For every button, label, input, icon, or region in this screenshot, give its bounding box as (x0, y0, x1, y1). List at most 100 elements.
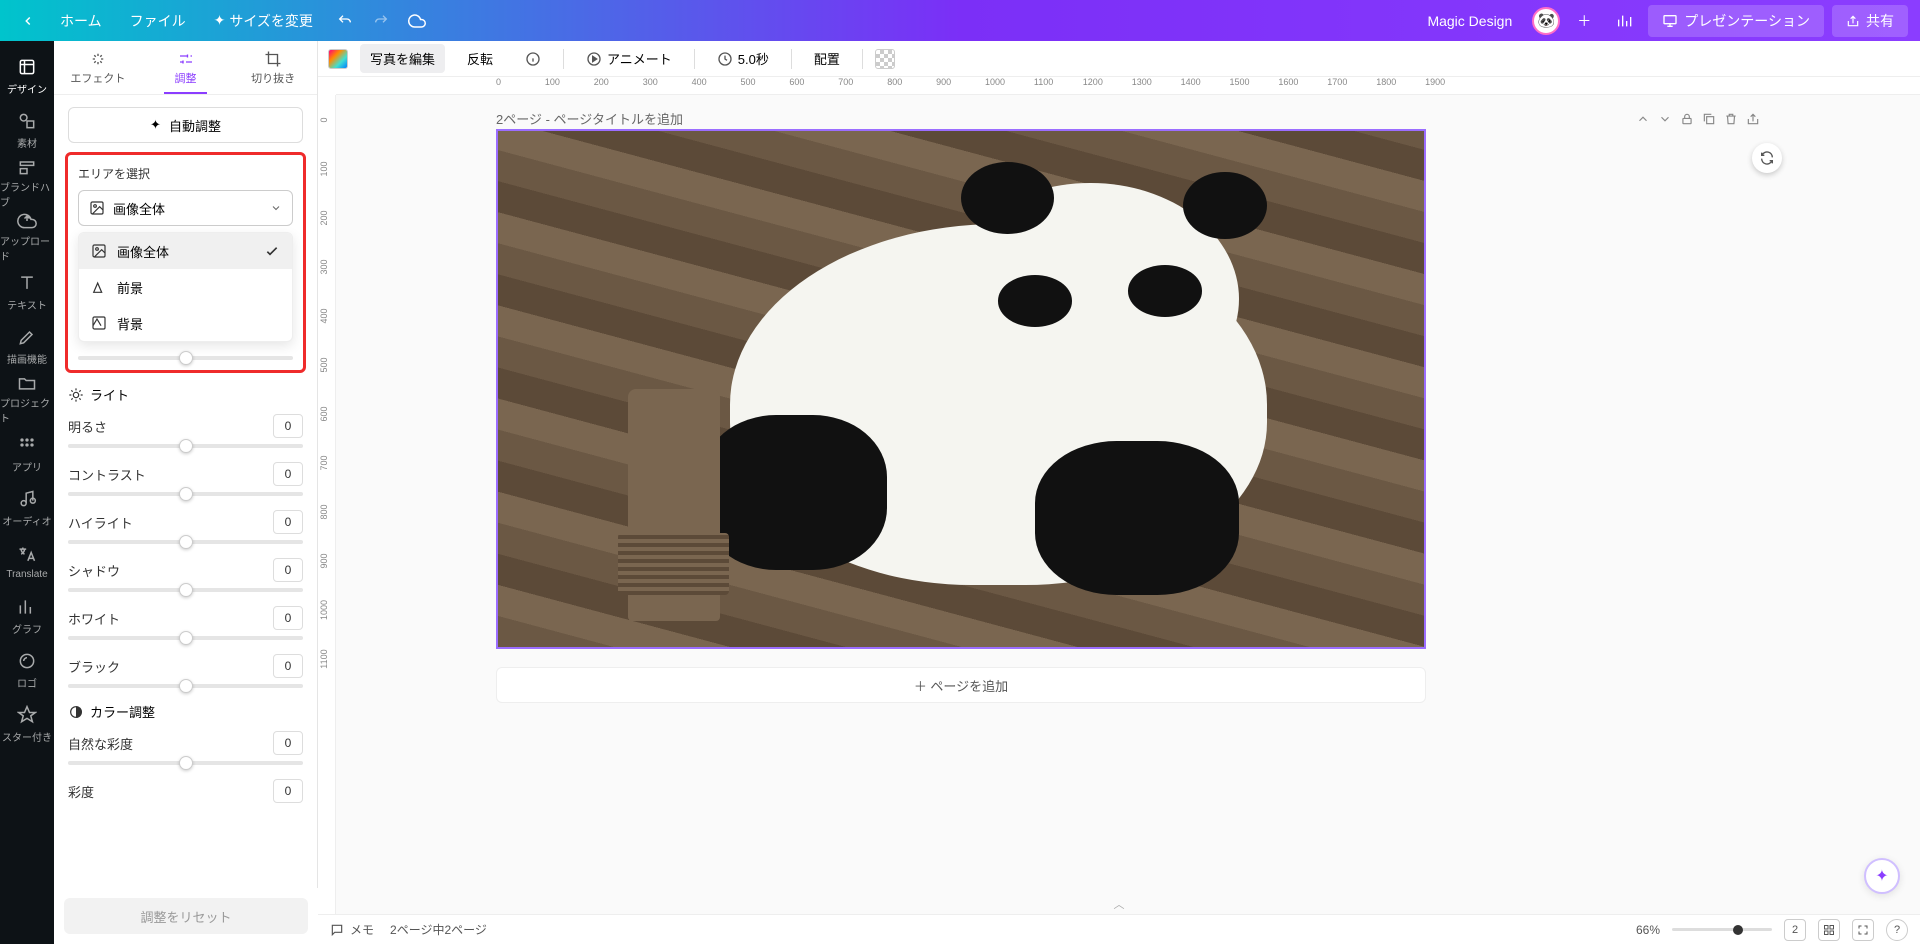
area-option-all[interactable]: 画像全体 (79, 233, 292, 269)
chevron-down-icon (270, 202, 282, 214)
sidebar-item-draw[interactable]: 描画機能 (0, 319, 54, 371)
top-bar: ホーム ファイル ✦サイズを変更 Magic Design 🐼 ＋ プレゼンテー… (0, 0, 1920, 41)
light-group-header: ライト (68, 385, 303, 404)
vibrance-slider[interactable]: 自然な彩度0 (68, 731, 303, 765)
animate-button[interactable]: アニメート (576, 44, 682, 73)
zoom-slider[interactable] (1672, 928, 1772, 931)
help-icon[interactable]: ? (1886, 919, 1908, 941)
sidebar-item-starred[interactable]: スター付き (0, 697, 54, 749)
add-member-icon[interactable]: ＋ (1568, 5, 1600, 37)
area-select-dropdown[interactable]: 画像全体 (78, 190, 293, 226)
canvas-stage[interactable]: ⋯ 2ページ - ページタイトルを追加 ＋ ページを追加 ✦ (336, 95, 1920, 914)
page-down-icon[interactable] (1658, 112, 1672, 126)
star-icon (15, 703, 39, 727)
sidebar-item-design[interactable]: デザイン (0, 49, 54, 101)
folder-icon (15, 373, 39, 393)
crown-icon: ✦ (214, 12, 226, 29)
sidebar-item-text[interactable]: テキスト (0, 265, 54, 317)
page-title[interactable]: 2ページ - ページタイトルを追加 (496, 109, 683, 128)
sidebar-item-translate[interactable]: Translate (0, 535, 54, 587)
area-dropdown-menu: 画像全体 前景 背景 (78, 232, 293, 342)
black-slider[interactable]: ブラック0 (68, 654, 303, 688)
panda-image[interactable] (498, 131, 1424, 647)
sidebar-item-charts[interactable]: グラフ (0, 589, 54, 641)
page-up-icon[interactable] (1636, 112, 1650, 126)
info-icon[interactable] (515, 46, 551, 72)
color-icon (68, 704, 84, 720)
apps-icon (15, 433, 39, 457)
duplicate-icon[interactable] (1702, 112, 1716, 126)
undo-icon[interactable] (329, 5, 361, 37)
brightness-slider[interactable]: 明るさ0 (68, 414, 303, 448)
zoom-value[interactable]: 66% (1636, 923, 1660, 937)
area-select-label: エリアを選択 (78, 165, 293, 182)
export-icon[interactable] (1746, 112, 1760, 126)
shadow-slider[interactable]: シャドウ0 (68, 558, 303, 592)
white-slider[interactable]: ホワイト0 (68, 606, 303, 640)
color-picker[interactable] (328, 49, 348, 69)
magic-fab-button[interactable]: ✦ (1864, 858, 1900, 894)
home-button[interactable]: ホーム (48, 5, 114, 37)
fullscreen-icon[interactable] (1852, 919, 1874, 941)
edit-photo-button[interactable]: 写真を編集 (360, 44, 445, 73)
reset-button[interactable]: 調整をリセット (64, 898, 308, 934)
resize-button[interactable]: ✦サイズを変更 (202, 5, 325, 37)
saturation-slider[interactable]: 彩度0 (68, 779, 303, 803)
duration-button[interactable]: 5.0秒 (707, 44, 779, 73)
text-icon (15, 271, 39, 295)
add-page-button[interactable]: ＋ ページを追加 (496, 667, 1426, 703)
ruler-horizontal: 0100200300400500600700800900100011001200… (336, 77, 1920, 95)
brand-icon (15, 157, 39, 177)
sidebar-item-brand[interactable]: ブランドハブ (0, 157, 54, 209)
foreground-icon (91, 279, 107, 295)
sidebar-item-apps[interactable]: アプリ (0, 427, 54, 479)
sidebar-item-elements[interactable]: 素材 (0, 103, 54, 155)
sidebar-item-audio[interactable]: オーディオ (0, 481, 54, 533)
area-option-background[interactable]: 背景 (79, 305, 292, 341)
back-icon[interactable] (12, 5, 44, 37)
background-icon (91, 315, 107, 331)
contrast-slider[interactable]: コントラスト0 (68, 462, 303, 496)
page-count-button[interactable]: 2 (1784, 919, 1806, 941)
draw-icon (15, 325, 39, 349)
area-select-highlight: エリアを選択 画像全体 画像全体 前景 背景 (65, 152, 306, 373)
tab-adjust[interactable]: 調整 (142, 41, 230, 94)
highlight-slider[interactable]: ハイライト0 (68, 510, 303, 544)
magic-design-button[interactable]: Magic Design (1415, 7, 1524, 35)
ruler-vertical: 010020030040050060070080090010001100 (318, 95, 336, 914)
hidden-slider[interactable] (78, 356, 293, 360)
area-option-foreground[interactable]: 前景 (79, 269, 292, 305)
avatar[interactable]: 🐼 (1532, 7, 1560, 35)
analytics-icon[interactable] (1608, 5, 1640, 37)
canvas-page[interactable] (496, 129, 1426, 649)
file-button[interactable]: ファイル (118, 5, 198, 37)
page-indicator[interactable]: 2ページ中2ページ (390, 921, 487, 938)
shapes-icon (15, 109, 39, 133)
canvas-area: 写真を編集 反転 アニメート 5.0秒 配置 01002003004005006… (318, 41, 1920, 914)
delete-icon[interactable] (1724, 112, 1738, 126)
sun-icon (68, 387, 84, 403)
check-icon (264, 243, 280, 259)
sidebar-item-upload[interactable]: アップロード (0, 211, 54, 263)
tab-crop[interactable]: 切り抜き (229, 41, 317, 94)
collapse-caret[interactable]: ︿ (1114, 896, 1125, 912)
flip-button[interactable]: 反転 (457, 44, 503, 73)
lock-icon[interactable] (1680, 112, 1694, 126)
transparency-button[interactable] (875, 49, 895, 69)
grid-view-icon[interactable] (1818, 919, 1840, 941)
position-button[interactable]: 配置 (804, 44, 850, 73)
redo-icon[interactable] (365, 5, 397, 37)
auto-adjust-button[interactable]: ✦自動調整 (68, 107, 303, 143)
logo-icon (15, 649, 39, 673)
tab-effects[interactable]: エフェクト (54, 41, 142, 94)
sidebar-item-projects[interactable]: プロジェクト (0, 373, 54, 425)
notes-button[interactable]: メモ (330, 921, 374, 938)
refresh-button[interactable] (1752, 143, 1782, 173)
sidebar-item-logo[interactable]: ロゴ (0, 643, 54, 695)
translate-icon (15, 543, 39, 567)
color-group-header: カラー調整 (68, 702, 303, 721)
share-button[interactable]: 共有 (1832, 5, 1908, 37)
cloud-sync-icon[interactable] (401, 5, 433, 37)
page-header: 2ページ - ページタイトルを追加 (496, 109, 1760, 128)
present-button[interactable]: プレゼンテーション (1648, 5, 1824, 37)
